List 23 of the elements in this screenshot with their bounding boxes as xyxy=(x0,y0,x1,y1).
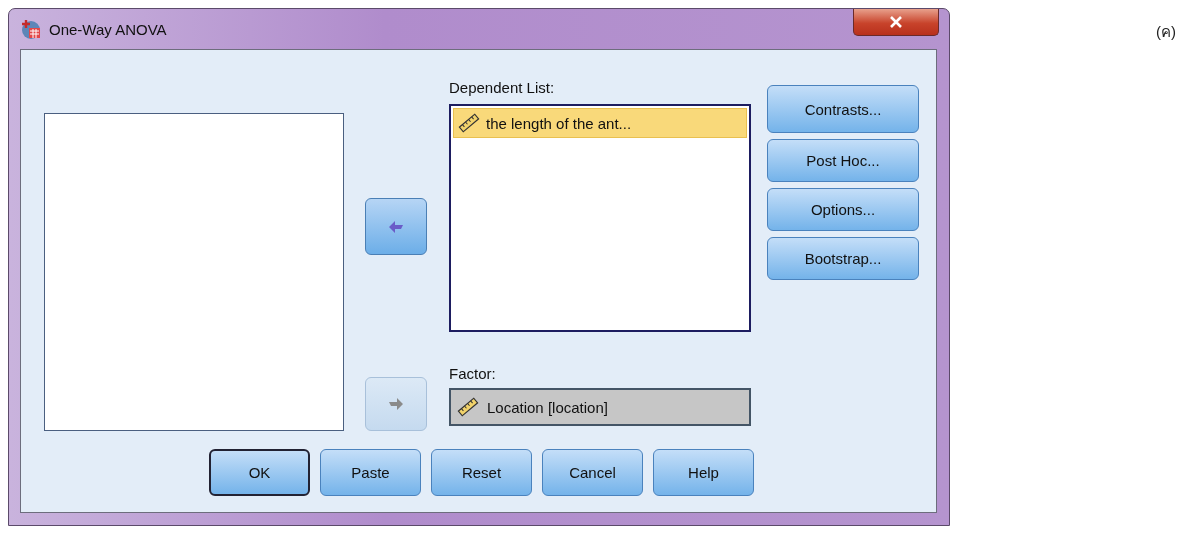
dialog-button[interactable]: Options... xyxy=(767,188,919,231)
dialog-button[interactable]: Cancel xyxy=(542,449,643,496)
dialog-button[interactable]: Contrasts... xyxy=(767,85,919,133)
factor-value: Location [location] xyxy=(487,398,608,416)
variable-name: the length of the ant... xyxy=(486,114,632,132)
window-title: One-Way ANOVA xyxy=(49,20,167,38)
dependent-list-label: Dependent List: xyxy=(449,78,556,98)
dependent-list[interactable]: the length of the ant... xyxy=(449,104,751,332)
close-button[interactable] xyxy=(853,9,939,36)
move-button[interactable] xyxy=(365,198,427,255)
dialog-button[interactable]: Reset xyxy=(431,449,532,496)
close-icon xyxy=(889,16,903,28)
dialog-button[interactable]: Help xyxy=(653,449,754,496)
dialog-button[interactable]: OK xyxy=(209,449,310,496)
figure-caption: (ค) xyxy=(1156,22,1176,42)
list-item[interactable]: the length of the ant... xyxy=(453,108,747,138)
factor-field[interactable]: Location [location] xyxy=(449,388,751,426)
factor-label: Factor: xyxy=(449,364,497,384)
dialog-button[interactable]: Paste xyxy=(320,449,421,496)
dialog-button[interactable]: Bootstrap... xyxy=(767,237,919,280)
table-icon xyxy=(20,18,42,40)
dialog-button[interactable]: Post Hoc... xyxy=(767,139,919,182)
arrow-icon xyxy=(386,395,406,413)
